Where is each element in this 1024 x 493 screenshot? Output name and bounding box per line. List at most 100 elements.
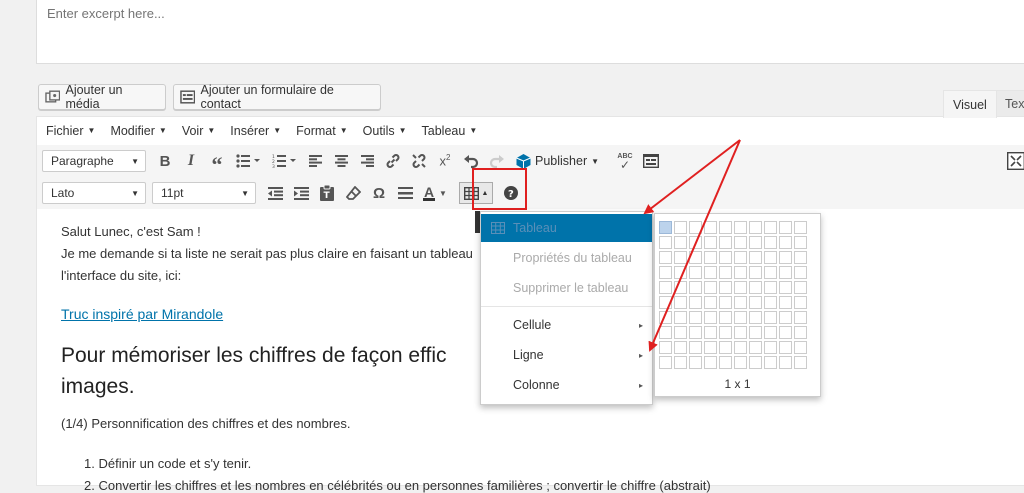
content-link[interactable]: Truc inspiré par Mirandole: [61, 306, 223, 322]
grid-cell[interactable]: [779, 326, 792, 339]
grid-cell[interactable]: [734, 251, 747, 264]
text-color-button[interactable]: A ▼: [418, 180, 452, 206]
grid-cell[interactable]: [689, 296, 702, 309]
grid-cell[interactable]: [674, 326, 687, 339]
grid-cell[interactable]: [689, 341, 702, 354]
clear-formatting-button[interactable]: [340, 180, 366, 206]
grid-cell[interactable]: [794, 266, 807, 279]
grid-cell[interactable]: [659, 356, 672, 369]
bold-button[interactable]: B: [152, 148, 178, 174]
grid-cell[interactable]: [749, 266, 762, 279]
grid-cell[interactable]: [764, 281, 777, 294]
horizontal-line-button[interactable]: [392, 180, 418, 206]
help-button[interactable]: ?: [498, 180, 524, 206]
fullscreen-button[interactable]: [1003, 148, 1024, 174]
special-character-button[interactable]: Ω: [366, 180, 392, 206]
grid-cell[interactable]: [749, 296, 762, 309]
grid-cell[interactable]: [764, 296, 777, 309]
grid-cell[interactable]: [734, 356, 747, 369]
menu-tableau[interactable]: Tableau ▼: [413, 124, 484, 138]
grid-cell[interactable]: [674, 251, 687, 264]
grid-cell[interactable]: [794, 296, 807, 309]
grid-cell[interactable]: [764, 341, 777, 354]
grid-cell[interactable]: [749, 281, 762, 294]
grid-cell[interactable]: [659, 341, 672, 354]
grid-cell[interactable]: [794, 356, 807, 369]
grid-cell[interactable]: [659, 236, 672, 249]
grid-cell[interactable]: [704, 356, 717, 369]
menu-item-table-properties[interactable]: Propriétés du tableau: [481, 244, 652, 272]
grid-cell[interactable]: [779, 266, 792, 279]
toolbar-toggle-button[interactable]: [638, 148, 664, 174]
table-button[interactable]: ▲: [454, 180, 498, 206]
numbered-list-button[interactable]: 123: [266, 148, 302, 174]
grid-cell[interactable]: [734, 281, 747, 294]
menu-item-row[interactable]: Ligne ▸: [481, 341, 652, 369]
grid-cell[interactable]: [749, 341, 762, 354]
grid-cell[interactable]: [764, 311, 777, 324]
grid-cell[interactable]: [794, 326, 807, 339]
indent-button[interactable]: [288, 180, 314, 206]
grid-cell[interactable]: [764, 236, 777, 249]
grid-cell[interactable]: [749, 236, 762, 249]
add-contact-form-button[interactable]: Ajouter un formulaire de contact: [173, 83, 381, 111]
grid-cell[interactable]: [719, 251, 732, 264]
grid-cell[interactable]: [704, 236, 717, 249]
grid-cell[interactable]: [659, 251, 672, 264]
superscript-button[interactable]: x2: [432, 148, 458, 174]
grid-cell[interactable]: [779, 311, 792, 324]
grid-cell[interactable]: [704, 221, 717, 234]
menu-item-tableau[interactable]: Tableau: [481, 214, 652, 242]
grid-cell[interactable]: [674, 341, 687, 354]
grid-cell[interactable]: [764, 356, 777, 369]
grid-cell[interactable]: [734, 296, 747, 309]
grid-cell[interactable]: [674, 221, 687, 234]
add-media-button[interactable]: Ajouter un média: [38, 83, 166, 111]
grid-cell[interactable]: [719, 266, 732, 279]
grid-cell[interactable]: [794, 281, 807, 294]
grid-cell[interactable]: [764, 326, 777, 339]
grid-cell[interactable]: [779, 236, 792, 249]
grid-cell[interactable]: [674, 281, 687, 294]
grid-cell[interactable]: [689, 326, 702, 339]
italic-button[interactable]: I: [178, 148, 204, 174]
grid-cell[interactable]: [764, 221, 777, 234]
grid-cell[interactable]: [704, 281, 717, 294]
grid-cell[interactable]: [749, 356, 762, 369]
grid-cell[interactable]: [764, 251, 777, 264]
table-size-grid[interactable]: [659, 221, 807, 369]
grid-cell[interactable]: [794, 236, 807, 249]
bullet-list-button[interactable]: [230, 148, 266, 174]
grid-cell[interactable]: [779, 281, 792, 294]
menu-item-column[interactable]: Colonne ▸: [481, 371, 652, 399]
menu-format[interactable]: Format ▼: [287, 124, 354, 138]
grid-cell[interactable]: [779, 341, 792, 354]
grid-cell[interactable]: [719, 341, 732, 354]
grid-cell[interactable]: [749, 251, 762, 264]
undo-button[interactable]: [458, 148, 484, 174]
menu-outils[interactable]: Outils ▼: [354, 124, 413, 138]
grid-cell[interactable]: [704, 341, 717, 354]
menu-modifier[interactable]: Modifier ▼: [101, 124, 172, 138]
align-center-button[interactable]: [328, 148, 354, 174]
grid-cell[interactable]: [749, 326, 762, 339]
font-family-select[interactable]: Lato ▼: [42, 182, 146, 204]
publisher-button[interactable]: Publisher ▼: [510, 148, 612, 174]
font-size-select[interactable]: 11pt ▼: [152, 182, 256, 204]
grid-cell[interactable]: [734, 266, 747, 279]
grid-cell[interactable]: [659, 221, 672, 234]
grid-cell[interactable]: [734, 341, 747, 354]
grid-cell[interactable]: [794, 221, 807, 234]
remove-link-button[interactable]: [406, 148, 432, 174]
grid-cell[interactable]: [734, 221, 747, 234]
grid-cell[interactable]: [749, 221, 762, 234]
grid-cell[interactable]: [719, 356, 732, 369]
grid-cell[interactable]: [719, 281, 732, 294]
grid-cell[interactable]: [734, 326, 747, 339]
grid-cell[interactable]: [674, 356, 687, 369]
grid-cell[interactable]: [674, 311, 687, 324]
grid-cell[interactable]: [719, 296, 732, 309]
grid-cell[interactable]: [674, 296, 687, 309]
grid-cell[interactable]: [719, 236, 732, 249]
grid-cell[interactable]: [779, 221, 792, 234]
